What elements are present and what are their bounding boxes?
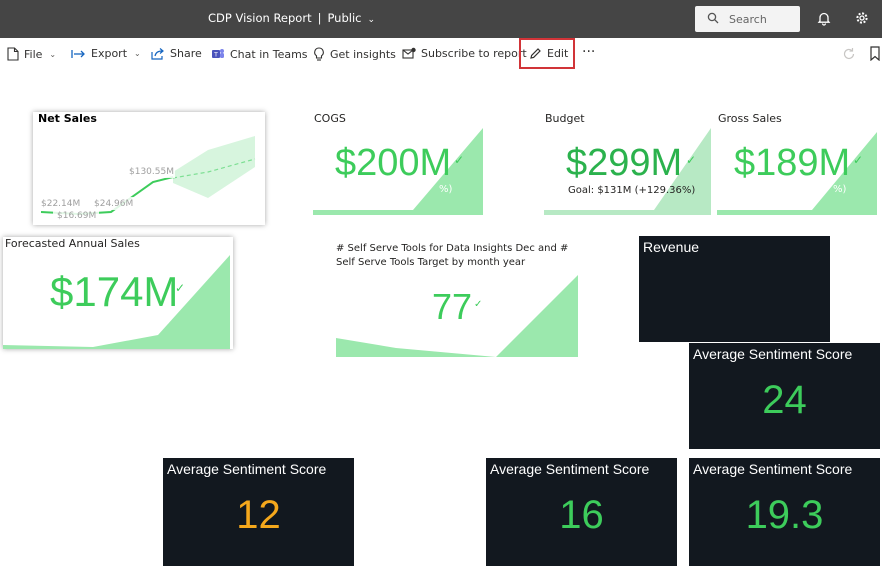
subscribe-label: Subscribe to report bbox=[421, 47, 527, 60]
svg-text:T: T bbox=[213, 51, 218, 59]
report-toolbar: File ⌄ Export ⌄ Share T Chat in Teams Get … bbox=[0, 38, 882, 70]
kpi-goal-text: Goal: $131M (+129.36%) bbox=[568, 185, 696, 196]
tile-title-line1: # Self Serve Tools for Data Insights Dec… bbox=[336, 243, 569, 254]
tile-title: Average Sentiment Score bbox=[693, 346, 853, 362]
teams-icon: T bbox=[212, 49, 224, 59]
kpi-value: 19.3 bbox=[745, 493, 824, 537]
self-serve-tools-tile[interactable]: # Self Serve Tools for Data Insights Dec… bbox=[336, 243, 578, 357]
gross-sales-tile[interactable]: Gross Sales $189M ✓ %) bbox=[717, 112, 877, 215]
kpi-value: 24 bbox=[762, 378, 807, 422]
check-icon: ✓ bbox=[454, 153, 465, 167]
kpi-value: 12 bbox=[236, 493, 281, 537]
average-sentiment-tile[interactable]: Average Sentiment Score 12 bbox=[163, 458, 354, 566]
data-label: $24.96M bbox=[94, 199, 134, 209]
check-icon: ✓ bbox=[853, 153, 864, 167]
kpi-partial-text: ) bbox=[167, 314, 171, 325]
chat-label: Chat in Teams bbox=[230, 47, 308, 61]
edit-highlight-box bbox=[519, 38, 575, 69]
subscribe-icon bbox=[402, 47, 416, 59]
file-icon bbox=[7, 47, 19, 61]
data-label: $130.55M bbox=[129, 167, 174, 177]
chevron-down-icon: ⌄ bbox=[49, 49, 57, 59]
kpi-value: $174M bbox=[50, 268, 179, 315]
share-icon bbox=[151, 48, 164, 60]
budget-tile[interactable]: Budget $299M ✓ Goal: $131M (+129.36%) bbox=[544, 112, 711, 215]
average-sentiment-tile[interactable]: Average Sentiment Score 19.3 bbox=[689, 458, 880, 566]
net-sales-tile[interactable]: Net Sales $130.55M $22.14M $24.96M $16.6… bbox=[33, 112, 265, 225]
share-label: Share bbox=[170, 47, 202, 60]
report-name: CDP Vision Report bbox=[208, 11, 312, 25]
tile-title: Average Sentiment Score bbox=[490, 461, 650, 477]
tile-title: Average Sentiment Score bbox=[167, 461, 327, 477]
tile-title: Budget bbox=[545, 112, 585, 125]
kpi-partial-text: %) bbox=[833, 184, 847, 195]
kpi-value: 16 bbox=[559, 493, 604, 537]
export-icon bbox=[71, 49, 85, 58]
bell-icon[interactable] bbox=[817, 11, 831, 26]
report-title[interactable]: CDP Vision Report | Public ⌄ bbox=[208, 11, 375, 25]
search-box[interactable]: Search bbox=[695, 6, 800, 32]
kpi-value: $200M bbox=[335, 142, 452, 184]
cogs-tile[interactable]: COGS $200M ✓ %) bbox=[313, 112, 483, 215]
export-menu[interactable]: Export ⌄ bbox=[71, 47, 141, 60]
file-label: File bbox=[24, 47, 43, 61]
tile-title-line2: Self Serve Tools Target by month year bbox=[336, 257, 526, 268]
dashboard-canvas: Net Sales $130.55M $22.14M $24.96M $16.6… bbox=[0, 70, 882, 566]
gear-icon[interactable] bbox=[855, 11, 869, 25]
data-label: $22.14M bbox=[41, 199, 81, 209]
forecasted-annual-sales-tile[interactable]: Forecasted Annual Sales $174M ✓ ) bbox=[3, 237, 233, 349]
insights-label: Get insights bbox=[330, 47, 396, 61]
average-sentiment-tile[interactable]: Average Sentiment Score 24 bbox=[689, 343, 880, 449]
tile-title: COGS bbox=[314, 112, 346, 125]
revenue-tile[interactable]: Revenue bbox=[639, 236, 830, 342]
refresh-icon[interactable] bbox=[842, 47, 856, 61]
kpi-value: 77 bbox=[432, 286, 473, 327]
title-separator: | bbox=[317, 11, 322, 25]
app-header: CDP Vision Report | Public ⌄ Search bbox=[0, 0, 882, 38]
share-button[interactable]: Share bbox=[151, 47, 202, 60]
kpi-partial-text: %) bbox=[439, 184, 453, 195]
chevron-down-icon: ⌄ bbox=[367, 15, 376, 25]
check-icon: ✓ bbox=[686, 153, 697, 167]
average-sentiment-tile[interactable]: Average Sentiment Score 16 bbox=[486, 458, 677, 566]
tile-title: Forecasted Annual Sales bbox=[5, 237, 140, 250]
kpi-value: $189M bbox=[734, 142, 851, 184]
kpi-value: $299M bbox=[566, 142, 683, 184]
more-label: ··· bbox=[582, 44, 596, 60]
check-icon: ✓ bbox=[175, 281, 186, 295]
check-icon: ✓ bbox=[474, 299, 483, 310]
file-menu[interactable]: File ⌄ bbox=[7, 47, 56, 61]
get-insights-button[interactable]: Get insights bbox=[313, 47, 396, 61]
search-icon bbox=[707, 12, 719, 24]
more-options-button[interactable]: ··· bbox=[582, 44, 595, 60]
visibility-label: Public bbox=[327, 11, 362, 25]
search-placeholder: Search bbox=[729, 13, 767, 26]
data-label: $16.69M bbox=[57, 211, 97, 221]
chevron-down-icon: ⌄ bbox=[134, 49, 141, 58]
tile-title: Revenue bbox=[643, 239, 700, 255]
export-label: Export bbox=[91, 47, 128, 60]
subscribe-button[interactable]: Subscribe to report bbox=[402, 47, 527, 60]
tile-title: Average Sentiment Score bbox=[693, 461, 853, 477]
tile-title: Gross Sales bbox=[718, 112, 782, 125]
lightbulb-icon bbox=[314, 47, 324, 61]
bookmark-icon[interactable] bbox=[870, 46, 880, 61]
chat-in-teams-button[interactable]: T Chat in Teams bbox=[211, 47, 308, 61]
